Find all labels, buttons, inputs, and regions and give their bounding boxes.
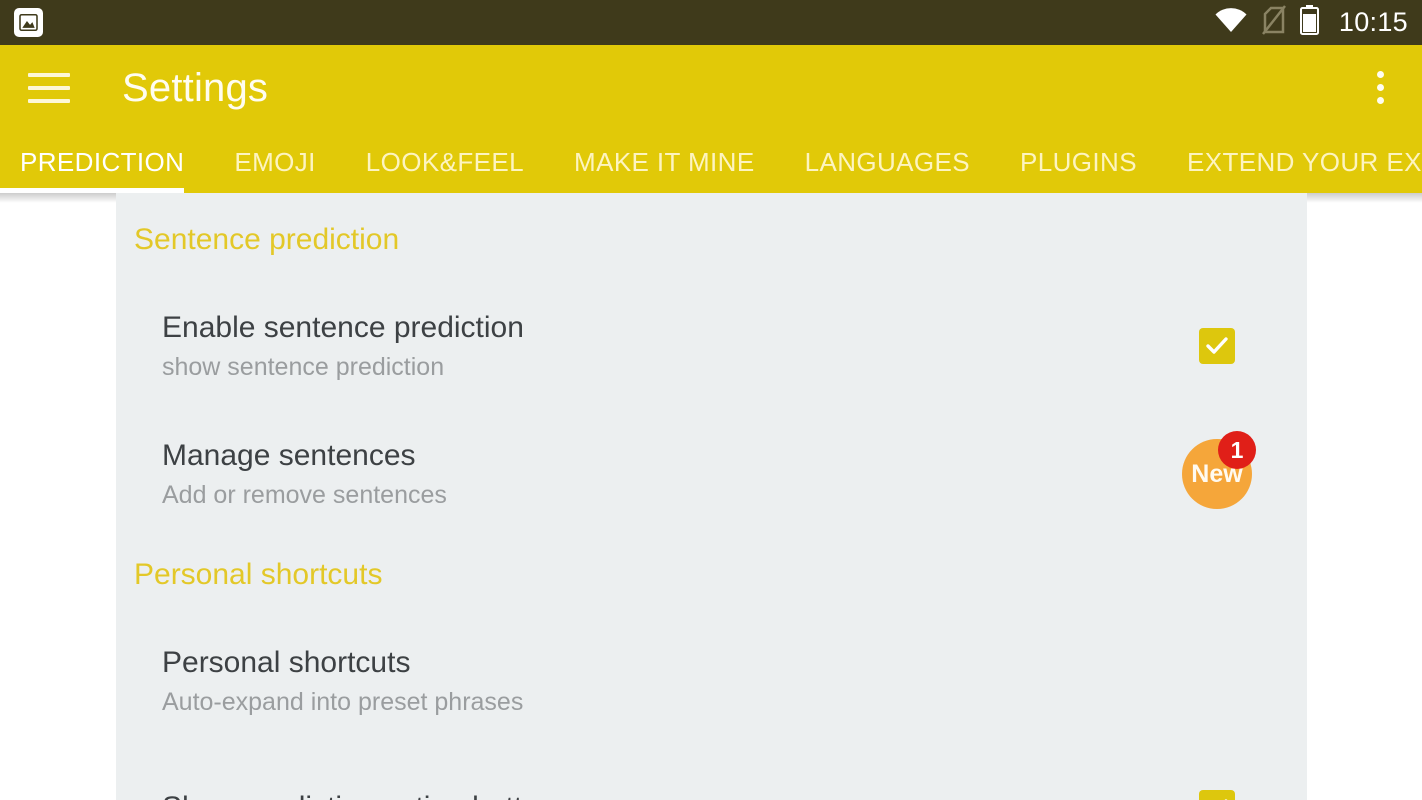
wifi-icon xyxy=(1214,7,1248,38)
pref-title: Enable sentence prediction xyxy=(162,310,524,344)
checkbox-show-prediction-action-buttons[interactable] xyxy=(1199,790,1235,800)
pref-widget xyxy=(1157,790,1277,800)
pref-row-enable-sentence-prediction[interactable]: Enable sentence prediction show sentence… xyxy=(116,301,1307,391)
content-area: Sentence prediction Enable sentence pred… xyxy=(0,193,1422,800)
new-badge[interactable]: New 1 xyxy=(1182,431,1256,509)
overflow-dot xyxy=(1376,71,1384,78)
battery-icon xyxy=(1299,5,1319,40)
hamburger-menu-icon[interactable] xyxy=(28,72,70,103)
tab-languages[interactable]: LANGUAGES xyxy=(805,149,996,175)
section-header-personal-shortcuts: Personal shortcuts xyxy=(134,558,383,591)
pref-summary: Auto-expand into preset phrases xyxy=(162,688,524,717)
signal-no-sim-icon xyxy=(1261,5,1286,40)
pref-text: Show prediction action buttons xyxy=(162,790,1157,800)
tab-extend-your-experience[interactable]: EXTEND YOUR EXPERIENCE xyxy=(1187,149,1422,175)
app-bar-top-row: Settings xyxy=(0,45,1422,130)
pref-text: Manage sentences Add or remove sentences xyxy=(162,438,1157,510)
pref-row-show-prediction-action-buttons[interactable]: Show prediction action buttons xyxy=(116,763,1307,800)
overflow-dot xyxy=(1376,97,1384,104)
settings-list-panel[interactable]: Sentence prediction Enable sentence pred… xyxy=(116,193,1307,800)
status-bar-notifications xyxy=(14,8,43,37)
new-badge-count-label: 1 xyxy=(1230,436,1244,463)
image-photo-icon xyxy=(14,8,43,37)
pref-text: Enable sentence prediction show sentence… xyxy=(162,310,1157,382)
hamburger-line xyxy=(28,85,70,90)
page-title: Settings xyxy=(122,65,269,110)
pref-summary: show sentence prediction xyxy=(162,353,445,382)
pref-title: Show prediction action buttons xyxy=(162,790,1157,800)
tab-emoji[interactable]: EMOJI xyxy=(234,149,341,175)
tab-look-and-feel[interactable]: LOOK&FEEL xyxy=(366,149,550,175)
pref-widget xyxy=(1157,328,1277,364)
section-header-sentence-prediction: Sentence prediction xyxy=(134,223,400,256)
tab-bar: PREDICTION EMOJI LOOK&FEEL MAKE IT MINE … xyxy=(0,130,1422,193)
status-bar-clock: 10:15 xyxy=(1338,7,1408,37)
pref-title: Manage sentences xyxy=(162,438,416,472)
checkbox-enable-sentence-prediction[interactable] xyxy=(1199,328,1235,364)
status-bar-system-icons: 10:15 xyxy=(1214,5,1408,40)
tab-prediction[interactable]: PREDICTION xyxy=(20,149,184,175)
app-bar: Settings PREDICTION EMOJI LOOK&FEEL MAKE… xyxy=(0,45,1422,193)
overflow-menu-icon[interactable] xyxy=(1360,66,1400,110)
status-bar: 10:15 xyxy=(0,0,1422,45)
tab-plugins[interactable]: PLUGINS xyxy=(1020,149,1163,175)
new-badge-count: 1 xyxy=(1218,431,1256,469)
tab-make-it-mine[interactable]: MAKE IT MINE xyxy=(574,149,781,175)
overflow-dot xyxy=(1376,84,1384,91)
pref-text: Personal shortcuts Auto-expand into pres… xyxy=(162,645,1157,717)
pref-summary: Add or remove sentences xyxy=(162,481,447,510)
pref-row-personal-shortcuts[interactable]: Personal shortcuts Auto-expand into pres… xyxy=(116,636,1307,726)
pref-widget: New 1 xyxy=(1157,431,1277,509)
pref-title: Personal shortcuts xyxy=(162,645,411,679)
pref-row-manage-sentences[interactable]: Manage sentences Add or remove sentences… xyxy=(116,429,1307,519)
hamburger-line xyxy=(28,98,70,103)
hamburger-line xyxy=(28,72,70,77)
